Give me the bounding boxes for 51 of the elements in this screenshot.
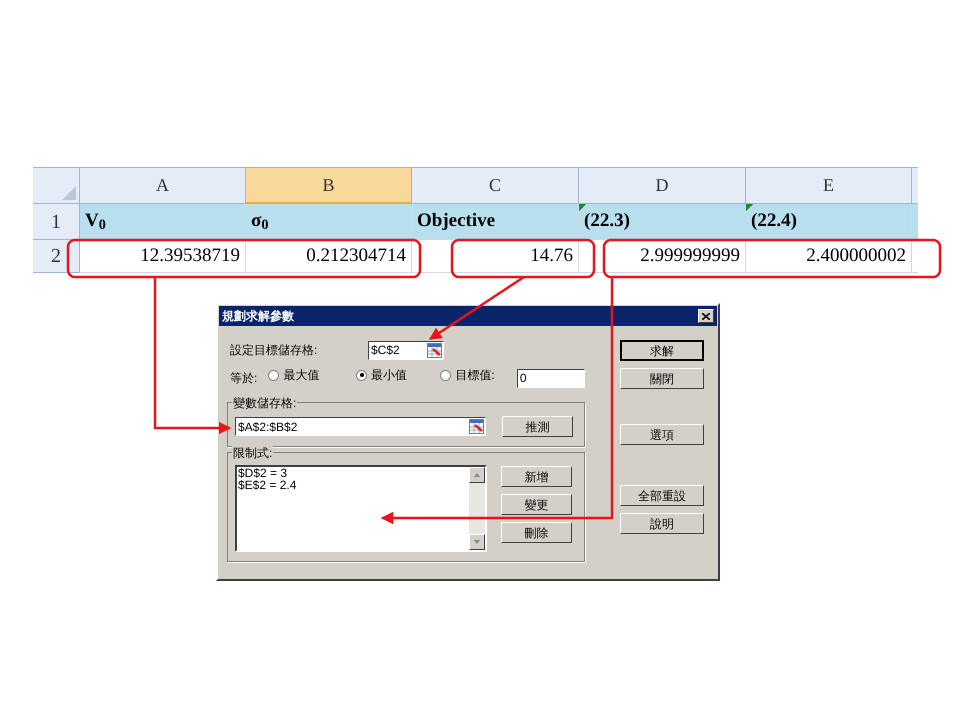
column-header[interactable]: D — [579, 168, 746, 204]
table-cell[interactable]: Objective — [412, 204, 579, 240]
dialog-button[interactable]: 求解 — [620, 340, 704, 361]
range-picker-icon[interactable] — [469, 419, 484, 434]
target-cell-field[interactable]: $C$2 — [368, 340, 444, 360]
dialog-button[interactable]: 全部重設 — [620, 485, 704, 506]
dialog-button[interactable]: 說明 — [620, 513, 704, 534]
column-header[interactable]: B — [246, 168, 412, 204]
group-label: 限制式: — [232, 444, 274, 462]
radio-option[interactable]: 目標值: — [440, 366, 517, 384]
table-cell[interactable]: (22.4) — [746, 204, 912, 240]
table-cell[interactable]: 12.39538719 — [80, 240, 246, 273]
close-icon — [702, 312, 710, 320]
dialog-button[interactable]: 推測 — [502, 416, 573, 437]
column-header[interactable]: C — [412, 168, 579, 204]
radio-button[interactable] — [268, 370, 280, 380]
table-cell[interactable]: V$_{0}$ — [80, 204, 246, 240]
table-cell[interactable]: σ$_{0}$ — [246, 204, 412, 240]
column-header[interactable]: A — [80, 168, 246, 204]
dialog-button[interactable]: 變更 — [501, 494, 572, 515]
column-header[interactable]: E — [746, 168, 912, 204]
dialog-button[interactable]: 選項 — [620, 424, 704, 445]
dialog-button[interactable]: 刪除 — [501, 522, 572, 543]
radio-button[interactable] — [440, 370, 452, 380]
scroll-down-icon[interactable] — [469, 534, 485, 550]
table-cell[interactable]: 0.212304714 — [246, 240, 412, 273]
row-header[interactable]: 2 — [33, 240, 80, 273]
table-cell[interactable]: 2.400000002 — [746, 240, 912, 273]
table-cell[interactable] — [912, 204, 918, 240]
radio-button[interactable] — [356, 370, 368, 380]
window-title: 規劃求解參數 — [222, 308, 294, 325]
changing-cells-field[interactable]: $A$2:$B$2 — [235, 417, 486, 436]
radio-option[interactable]: 最大值 — [268, 366, 356, 384]
radio-option[interactable]: 最小值 — [356, 366, 440, 384]
range-picker-icon[interactable] — [427, 342, 442, 358]
dialog-button[interactable]: 關閉 — [620, 368, 704, 389]
field-label: 等於: — [230, 370, 258, 387]
target-value-field[interactable]: 0 — [516, 368, 585, 388]
close-button[interactable] — [698, 309, 714, 323]
row-header[interactable]: 1 — [33, 204, 80, 240]
scroll-up-icon[interactable] — [469, 467, 485, 483]
table-cell[interactable]: 2.999999999 — [579, 240, 746, 273]
constraint-item[interactable]: $E$2 = 2.4 — [238, 479, 469, 491]
table-cell[interactable]: (22.3) — [579, 204, 746, 240]
constraints-list[interactable]: $D$2 = 3 $E$2 = 2.4 — [235, 465, 487, 552]
field-label: 設定目標儲存格: — [230, 342, 318, 359]
constraint-item[interactable]: $D$2 = 3 — [238, 467, 469, 479]
table-cell[interactable]: 14.76 — [412, 240, 579, 273]
group-label: 變數儲存格: — [232, 394, 298, 412]
dialog-button[interactable]: 新增 — [501, 466, 572, 487]
scrollbar[interactable] — [469, 467, 485, 550]
